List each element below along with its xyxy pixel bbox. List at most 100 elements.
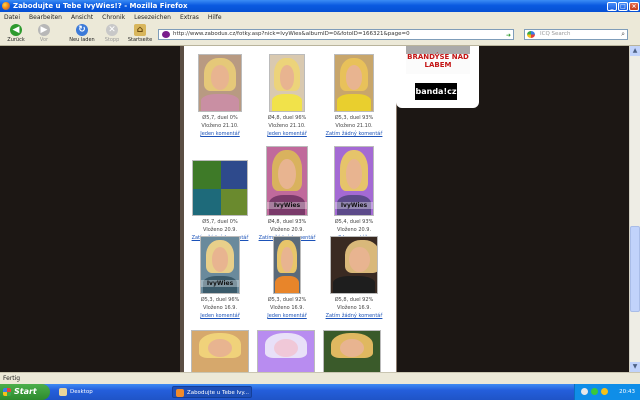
photo-thumbnail[interactable] [323, 330, 381, 372]
comment-link[interactable]: Jeden komentář [185, 130, 255, 138]
security-icon[interactable] [591, 388, 598, 395]
home-button[interactable]: ⌂ Startseite [124, 24, 156, 46]
go-arrow-icon[interactable]: ➜ [506, 31, 511, 39]
windows-flag-icon [3, 388, 11, 396]
gallery-item [257, 330, 315, 372]
stop-icon: ✕ [106, 24, 118, 36]
home-label: Startseite [127, 37, 153, 43]
menu-hilfe[interactable]: Hilfe [208, 14, 222, 21]
gallery-item: IvyWies Ø4,8, duel 93% Vloženo 20.9. Zat… [252, 146, 322, 242]
scroll-down-icon[interactable]: ▼ [630, 362, 640, 372]
menu-bearbeiten[interactable]: Bearbeiten [29, 14, 62, 21]
site-favicon-icon [162, 31, 170, 38]
back-label: Zurück [7, 37, 25, 43]
rating-text: Ø4,8, duel 96% [267, 115, 307, 121]
vertical-scrollbar[interactable]: ▲ ▼ [629, 46, 640, 372]
gallery-item: Ø4,8, duel 96% Vloženo 21.10. Jeden kome… [252, 54, 322, 138]
reload-icon: ↻ [76, 24, 88, 36]
menu-lesezeichen[interactable]: Lesezeichen [134, 14, 171, 21]
reload-button[interactable]: ↻ Neu laden [66, 24, 98, 46]
status-text: Fertig [3, 375, 21, 382]
page-content: BRANDÝSE NAD LABEM banda!cz Ø5,7, duel 0… [0, 46, 640, 372]
network-icon[interactable] [581, 388, 588, 395]
scroll-thumb[interactable] [630, 226, 640, 312]
url-bar[interactable]: http://www.zabodus.cz/fotky.asp?nick=Ivy… [158, 29, 514, 40]
start-label: Start [14, 387, 37, 396]
rating-text: Ø4,8, duel 93% [267, 219, 307, 225]
rating-text: Ø5,3, duel 92% [267, 297, 307, 303]
gallery-item: Ø5,7, duel 0% Vloženo 20.9. Zatím žádný … [185, 146, 255, 242]
firefox-icon [176, 389, 184, 397]
comment-link[interactable]: Jeden komentář [252, 312, 322, 320]
photo-watermark: IvyWies [201, 280, 239, 287]
photo-thumbnail[interactable]: IvyWies [334, 146, 374, 216]
url-text: http://www.zabodus.cz/fotky.asp?nick=Ivy… [173, 31, 410, 37]
gallery-item: Ø5,7, duel 0% Vloženo 21.10. Jeden komen… [185, 54, 255, 138]
comment-link[interactable]: Jeden komentář [252, 130, 322, 138]
photo-thumbnail[interactable] [334, 54, 374, 112]
search-bar[interactable]: ICQ Search ⌕ [524, 29, 628, 40]
photo-thumbnail[interactable] [191, 330, 249, 372]
photo-watermark: IvyWies [335, 202, 373, 209]
minimize-button[interactable]: _ [607, 1, 617, 11]
menu-chronik[interactable]: Chronik [102, 14, 125, 21]
back-button[interactable]: ◀ Zurück [2, 24, 30, 46]
rating-text: Ø5,8, duel 92% [334, 297, 374, 303]
rating-text: Ø5,3, duel 93% [334, 115, 374, 121]
photo-thumbnail[interactable] [192, 160, 248, 216]
photo-thumbnail[interactable] [273, 236, 301, 294]
gallery-item: IvyWies Ø5,4, duel 93% Vloženo 20.9. 2 k… [319, 146, 389, 242]
task-label: Zabodujte u Tebe Ivy... [187, 390, 250, 396]
back-icon: ◀ [10, 24, 22, 36]
search-placeholder: ICQ Search [540, 31, 571, 37]
photo-thumbnail[interactable]: IvyWies [200, 236, 240, 294]
taskbar: Start Desktop Zabodujte u Tebe Ivy... 20… [0, 384, 640, 400]
photo-thumbnail[interactable] [257, 330, 315, 372]
brandys-banner[interactable]: BRANDÝSE NAD LABEM [406, 46, 470, 74]
menu-datei[interactable]: Datei [4, 14, 20, 21]
task-label: Desktop [70, 389, 93, 395]
comment-link[interactable]: Jeden komentář [185, 312, 255, 320]
upload-date: Vloženo 21.10. [201, 123, 239, 129]
photo-thumbnail[interactable] [269, 54, 305, 112]
photo-watermark: IvyWies [267, 202, 307, 209]
photo-thumbnail[interactable] [330, 236, 378, 294]
gallery-item [191, 330, 249, 372]
forward-button[interactable]: ▶ Vor [30, 24, 58, 46]
firefox-icon [2, 2, 10, 10]
reload-label: Neu laden [69, 37, 95, 43]
scroll-up-icon[interactable]: ▲ [630, 46, 640, 56]
comment-link[interactable]: Zatím žádný komentář [319, 130, 389, 138]
rating-text: Ø5,4, duel 93% [334, 219, 374, 225]
upload-date: Vloženo 21.10. [335, 123, 373, 129]
clock: 20:43 [619, 389, 635, 395]
search-icon[interactable]: ⌕ [621, 30, 625, 39]
rating-text: Ø5,7, duel 0% [202, 115, 238, 121]
upload-date: Vloženo 16.9. [202, 305, 238, 311]
google-icon[interactable] [527, 31, 535, 38]
rating-text: Ø5,3, duel 96% [200, 297, 240, 303]
menu-extras[interactable]: Extras [180, 14, 199, 21]
rating-text: Ø5,7, duel 0% [202, 219, 238, 225]
taskbar-firefox-window[interactable]: Zabodujte u Tebe Ivy... [172, 386, 252, 398]
forward-label: Vor [39, 37, 49, 43]
gallery-item: IvyWies Ø5,3, duel 96% Vloženo 16.9. Jed… [185, 236, 255, 320]
window-title: Zabodujte u Tebe IvyWies!? - Mozilla Fir… [13, 2, 188, 10]
menu-ansicht[interactable]: Ansicht [71, 14, 93, 21]
comment-link[interactable]: Zatím žádný komentář [319, 312, 389, 320]
stop-button[interactable]: ✕ Stopp [98, 24, 126, 46]
home-icon: ⌂ [134, 24, 146, 36]
photo-thumbnail[interactable] [198, 54, 242, 112]
gallery-item: Ø5,8, duel 92% Vloženo 16.9. Zatím žádný… [319, 236, 389, 320]
taskbar-desktop[interactable]: Desktop [56, 386, 96, 398]
volume-icon[interactable] [601, 388, 608, 395]
banda-banner[interactable]: banda!cz [415, 83, 457, 100]
maximize-button[interactable]: □ [618, 1, 628, 11]
forward-icon: ▶ [38, 24, 50, 36]
start-button[interactable]: Start [0, 384, 50, 400]
gallery-item: Ø5,3, duel 92% Vloženo 16.9. Jeden komen… [252, 236, 322, 320]
close-button[interactable]: × [629, 1, 639, 11]
photo-thumbnail[interactable]: IvyWies [266, 146, 308, 216]
upload-date: Vloženo 20.9. [336, 227, 372, 233]
system-tray: 20:43 [574, 384, 640, 400]
